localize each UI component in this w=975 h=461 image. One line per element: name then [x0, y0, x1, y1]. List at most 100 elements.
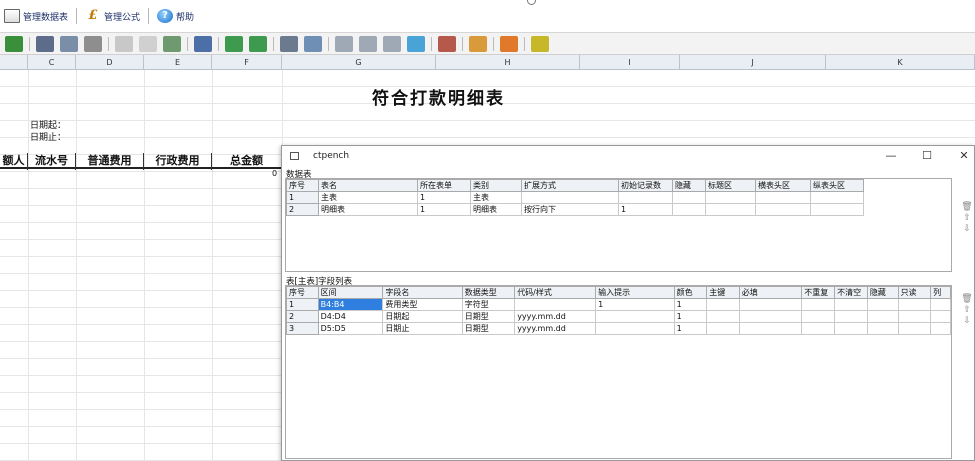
fieldlist-col-header[interactable]: 主键 [706, 286, 740, 299]
table-cell[interactable]: D4:D4 [317, 310, 384, 323]
table-cell[interactable] [810, 203, 864, 216]
table-row[interactable]: 2 D4:D4 日期起 日期型 yyyy.mm.dd 1 [286, 310, 951, 323]
fieldlist-col-header[interactable]: 数据类型 [461, 286, 516, 299]
table-cell[interactable]: 明细表 [470, 203, 522, 216]
window-icon[interactable] [304, 35, 322, 52]
table-cell[interactable]: 1 [673, 322, 708, 335]
datatable-col-header[interactable]: 纵表头区 [810, 179, 864, 192]
table-cell[interactable] [738, 298, 803, 311]
row-number-cell[interactable]: 3 [286, 322, 319, 335]
column-header-cell[interactable]: J [680, 55, 826, 70]
paste-icon[interactable] [163, 35, 181, 52]
datatable-col-header[interactable]: 隐藏 [672, 179, 706, 192]
chart-icon[interactable] [469, 35, 487, 52]
chart-table-icon[interactable] [438, 35, 456, 52]
datatable-col-header[interactable]: 类别 [470, 179, 522, 192]
tree-icon[interactable] [407, 35, 425, 52]
move-up-icon[interactable]: ⇧ [961, 213, 973, 224]
datatable-col-header[interactable]: 序号 [286, 179, 319, 192]
table-cell[interactable]: 日期型 [461, 310, 516, 323]
table-cell[interactable] [801, 298, 836, 311]
row-number-cell[interactable]: 2 [286, 203, 319, 216]
table-cell[interactable]: 日期起 [382, 310, 463, 323]
minimize-button[interactable]: — [880, 148, 902, 164]
table-row[interactable]: 1 B4:B4 费用类型 字符型 1 1 [286, 298, 951, 311]
move-down-icon[interactable]: ⇩ [961, 224, 973, 235]
printer-settings-icon[interactable] [84, 35, 102, 52]
manage-formula-menu[interactable]: £ 管理公式 [85, 9, 140, 23]
fieldlist-col-header[interactable]: 必填 [738, 286, 803, 299]
table-cell[interactable] [706, 298, 740, 311]
table-cell[interactable]: 1 [417, 203, 471, 216]
help-menu[interactable]: ? 帮助 [157, 9, 194, 23]
table-cell[interactable] [866, 322, 899, 335]
table-cell[interactable]: 日期止 [382, 322, 463, 335]
column-header-cell[interactable]: I [580, 55, 680, 70]
table-cell[interactable]: 1 [417, 191, 471, 204]
table-cell[interactable]: 字符型 [461, 298, 516, 311]
table-cell[interactable] [738, 322, 803, 335]
datatable-grid[interactable]: 序号 表名 所在表单 类别 扩展方式 初始记录数 隐藏 标题区 横表头区 纵表头… [285, 178, 952, 272]
table-cell[interactable]: yyyy.mm.dd [514, 310, 597, 323]
fieldlist-col-header[interactable]: 代码/样式 [514, 286, 597, 299]
row-number-cell[interactable]: 1 [286, 191, 319, 204]
table-cell[interactable]: 1 [595, 298, 675, 311]
table-cell[interactable]: yyyy.mm.dd [514, 322, 597, 335]
column-header-cell[interactable]: E [144, 55, 212, 70]
datatable-col-header[interactable]: 表名 [318, 179, 418, 192]
fieldlist-col-header[interactable]: 区间 [317, 286, 384, 299]
table-cell[interactable] [755, 203, 811, 216]
grid-icon[interactable] [280, 35, 298, 52]
fieldlist-col-header[interactable]: 列 [930, 286, 951, 299]
delete-icon[interactable]: 🗑 [961, 294, 973, 305]
column-header-cell[interactable]: C [28, 55, 76, 70]
table-cell[interactable] [706, 310, 740, 323]
table-cell[interactable]: 主表 [470, 191, 522, 204]
table-cell[interactable] [930, 322, 951, 335]
datatable-col-header[interactable]: 初始记录数 [618, 179, 673, 192]
fieldlist-grid[interactable]: 序号 区间 字段名 数据类型 代码/样式 输入提示 颜色 主键 必填 不重复 不… [285, 285, 952, 459]
split-icon[interactable] [335, 35, 353, 52]
table-cell[interactable]: 1 [673, 298, 708, 311]
dialog-titlebar[interactable]: ctpench [282, 146, 975, 166]
table-cell[interactable] [866, 310, 899, 323]
table-cell[interactable] [738, 310, 803, 323]
column-header-cell[interactable]: F [212, 55, 282, 70]
fieldlist-col-header[interactable]: 只读 [897, 286, 932, 299]
redo-icon[interactable] [249, 35, 267, 52]
table-cell[interactable] [930, 298, 951, 311]
table-row[interactable]: 3 D5:D5 日期止 日期型 yyyy.mm.dd 1 [286, 322, 951, 335]
table-cell[interactable] [521, 191, 619, 204]
insert-column-icon[interactable] [383, 35, 401, 52]
delete-icon[interactable]: 🗑 [961, 202, 973, 213]
fieldlist-col-header[interactable]: 不清空 [834, 286, 868, 299]
row-number-cell[interactable]: 1 [286, 298, 319, 311]
table-cell[interactable]: 1 [673, 310, 708, 323]
table-cell[interactable] [930, 310, 951, 323]
exit-icon[interactable] [531, 35, 549, 52]
table-cell[interactable] [705, 191, 756, 204]
column-header-cell[interactable]: G [282, 55, 436, 70]
fieldlist-col-header[interactable]: 不重复 [801, 286, 836, 299]
table-cell[interactable]: 日期型 [461, 322, 516, 335]
table-cell[interactable] [595, 322, 675, 335]
table-cell[interactable] [810, 191, 864, 204]
table-cell[interactable] [672, 203, 706, 216]
column-header-cell[interactable] [0, 55, 28, 70]
save-icon[interactable] [5, 35, 23, 52]
fieldlist-col-header[interactable]: 序号 [286, 286, 319, 299]
table-cell[interactable] [672, 191, 706, 204]
fieldlist-col-header[interactable]: 字段名 [382, 286, 463, 299]
merge-icon[interactable] [359, 35, 377, 52]
table-cell[interactable] [755, 191, 811, 204]
fieldlist-col-header[interactable]: 输入提示 [595, 286, 675, 299]
table-cell[interactable]: 1 [618, 203, 673, 216]
datatable-col-header[interactable]: 标题区 [705, 179, 756, 192]
selected-range-cell[interactable]: B4:B4 [317, 298, 384, 311]
table-cell[interactable] [595, 310, 675, 323]
move-up-icon[interactable]: ⇧ [961, 305, 973, 316]
tools-icon[interactable] [500, 35, 518, 52]
maximize-button[interactable]: ☐ [916, 148, 938, 164]
table-cell[interactable]: 明细表 [318, 203, 418, 216]
table-cell[interactable] [514, 298, 597, 311]
